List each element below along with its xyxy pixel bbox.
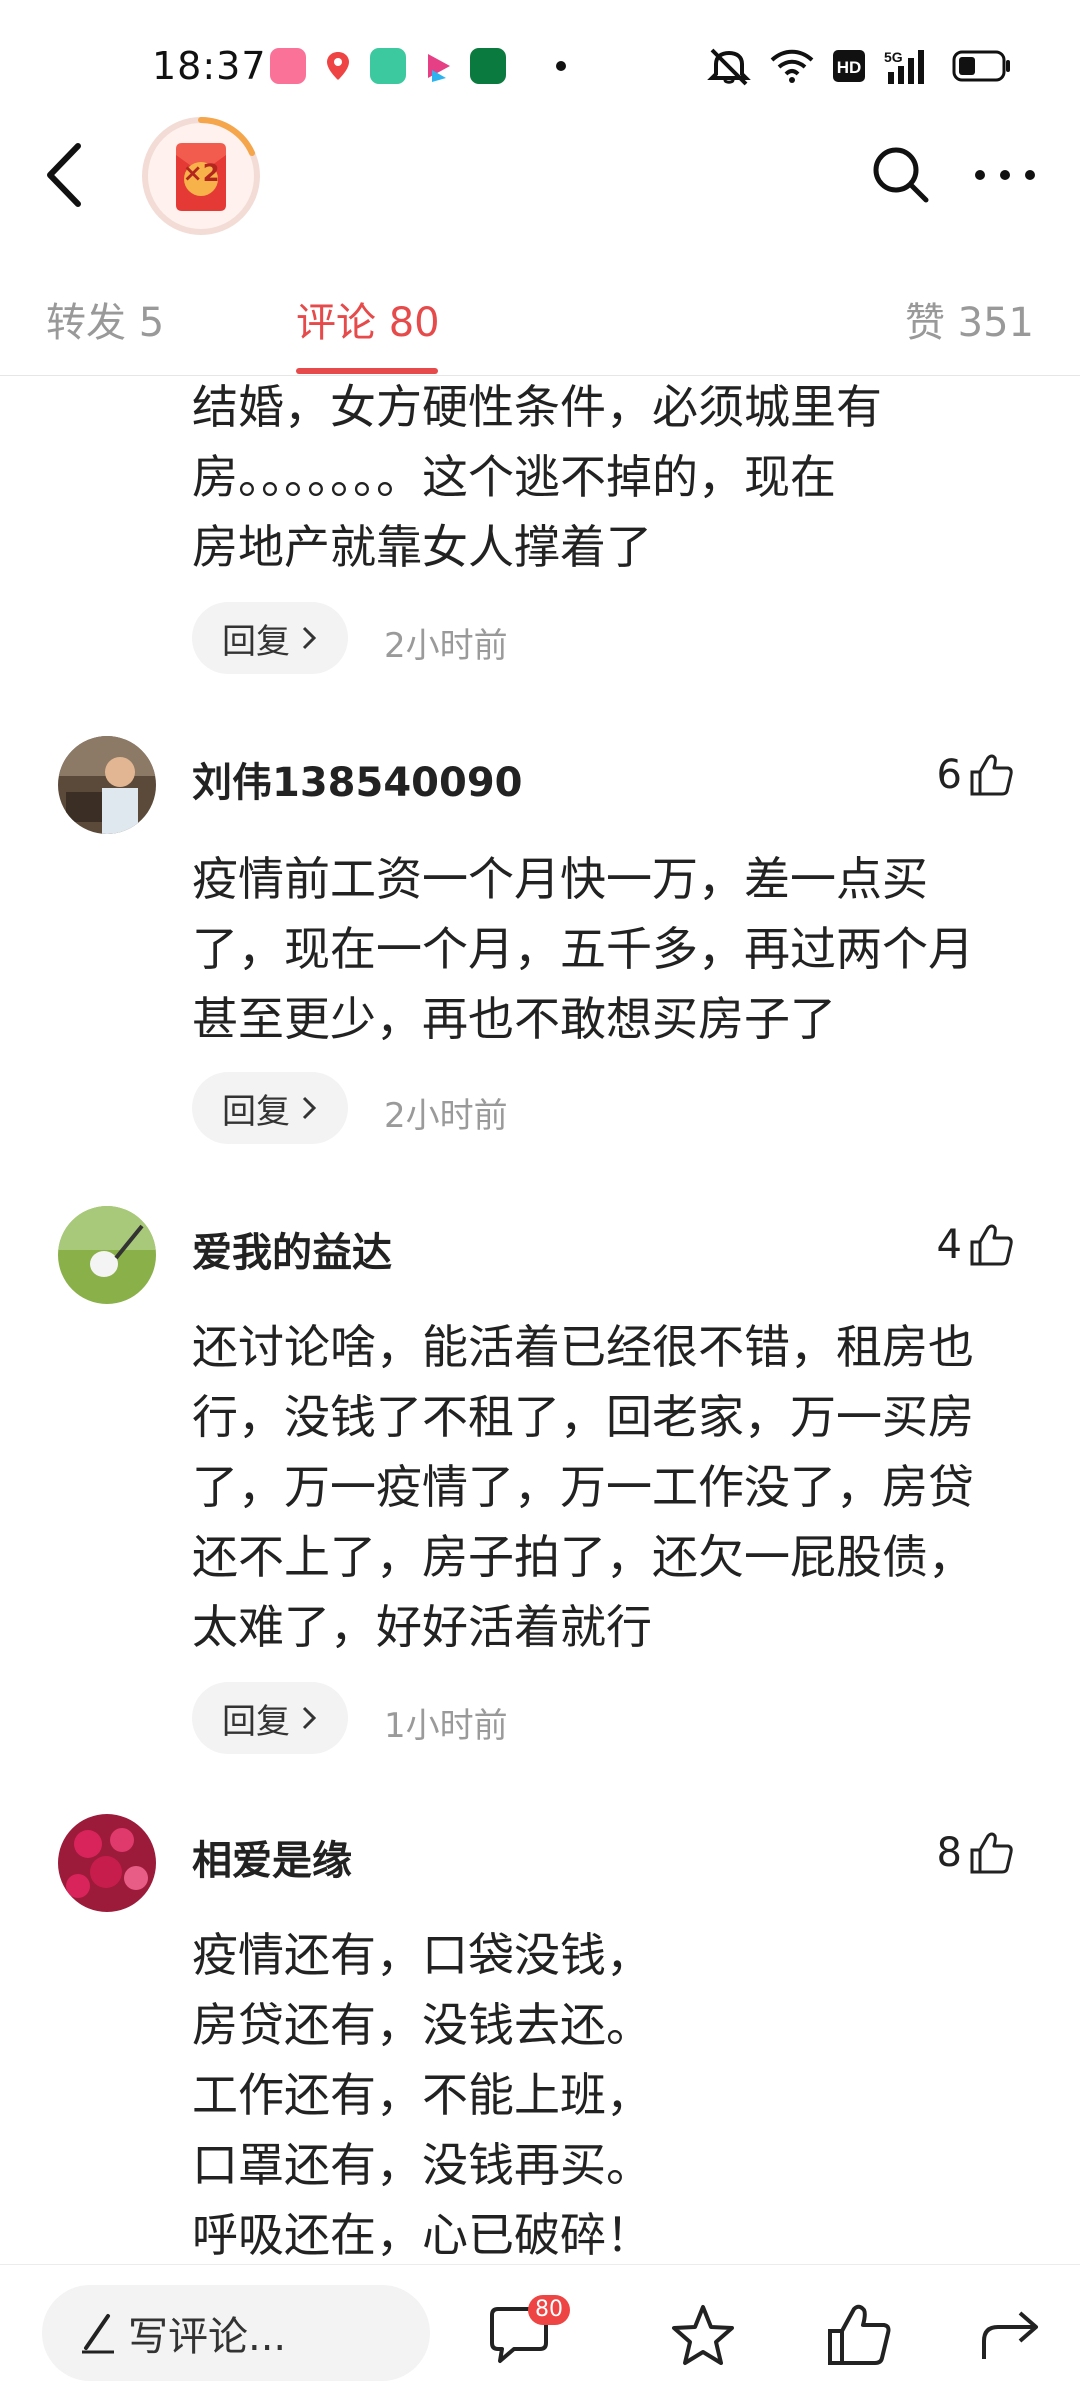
back-icon[interactable] bbox=[40, 140, 90, 210]
thumbs-up-icon[interactable] bbox=[968, 1222, 1014, 1268]
comment-text: 疫情前工资一个月快一万，差一点买 了，现在一个月，五千多，再过两个月 甚至更少，… bbox=[192, 852, 974, 1046]
reply-label: 回复 bbox=[222, 621, 290, 662]
reply-label: 回复 bbox=[222, 1701, 290, 1742]
more-options-icon[interactable] bbox=[970, 150, 1040, 200]
chevron-right-icon bbox=[302, 1096, 317, 1120]
reply-button[interactable]: 回复 bbox=[192, 602, 348, 674]
comment-text: 疫情还有，口袋没钱， 房贷还有，没钱去还。 工作还有，不能上班， 口罩还有，没钱… bbox=[192, 1928, 652, 2262]
status-time: 18:37 bbox=[152, 44, 267, 88]
comment-text: 结婚，女方硬性条件，必须城里有 房。。。。。。。这个逃不掉的，现在 房地产就靠女… bbox=[192, 380, 882, 574]
svg-text:HD: HD bbox=[837, 58, 862, 77]
thumbs-up-icon[interactable] bbox=[824, 2301, 894, 2371]
tab-comments[interactable]: 评论 80 bbox=[296, 290, 440, 348]
chevron-right-icon bbox=[302, 1706, 317, 1730]
comment-time: 2小时前 bbox=[384, 1096, 508, 1136]
avatar[interactable] bbox=[58, 1814, 156, 1912]
map-pin-app-icon bbox=[320, 48, 356, 84]
tab-likes[interactable]: 赞 351 bbox=[905, 290, 1034, 348]
bottom-action-bar: 写评论... 80 bbox=[0, 2264, 1080, 2400]
hd-icon: HD bbox=[833, 50, 865, 82]
like-count: 4 bbox=[936, 1222, 962, 1268]
comment-time: 1小时前 bbox=[384, 1706, 508, 1746]
green-square-app-icon bbox=[370, 48, 406, 84]
wifi-icon bbox=[770, 49, 814, 83]
write-comment-placeholder: 写评论... bbox=[128, 2314, 287, 2360]
battery-icon bbox=[952, 50, 1010, 82]
avatar[interactable] bbox=[58, 736, 156, 834]
pen-icon bbox=[82, 2314, 114, 2354]
oppo-app-icon bbox=[470, 48, 506, 84]
comment-count-badge: 80 bbox=[528, 2295, 570, 2325]
reply-button[interactable]: 回复 bbox=[192, 1072, 348, 1144]
comment-time: 2小时前 bbox=[384, 626, 508, 666]
video-app-icon bbox=[420, 48, 456, 84]
thumbs-up-icon[interactable] bbox=[968, 752, 1014, 798]
share-icon[interactable] bbox=[976, 2301, 1046, 2371]
like-count: 8 bbox=[936, 1830, 962, 1876]
bilibili-icon bbox=[270, 48, 306, 84]
status-indicators: HD 5G bbox=[706, 46, 1012, 86]
comment-text: 还讨论啥，能活着已经很不错，租房也 行，没钱了不租了，回老家，万一买房 了，万一… bbox=[192, 1320, 974, 1654]
username[interactable]: 刘伟138540090 bbox=[192, 750, 523, 808]
notification-dot bbox=[556, 61, 566, 71]
search-icon[interactable] bbox=[868, 142, 932, 206]
reply-button[interactable]: 回复 bbox=[192, 1682, 348, 1754]
chevron-right-icon bbox=[302, 626, 317, 650]
status-app-icons bbox=[270, 48, 566, 84]
thumbs-up-icon[interactable] bbox=[968, 1830, 1014, 1876]
comment-tabs: 转发 5 评论 80 赞 351 bbox=[0, 280, 1080, 376]
5g-signal-icon: 5G bbox=[884, 49, 924, 84]
svg-text:5G: 5G bbox=[884, 49, 903, 65]
write-comment-input[interactable]: 写评论... bbox=[42, 2285, 430, 2381]
tab-repost[interactable]: 转发 5 bbox=[46, 290, 164, 348]
task-badge-label: ×2 bbox=[182, 159, 220, 187]
red-packet-task-badge[interactable]: ×2 bbox=[140, 115, 262, 237]
like-count: 6 bbox=[936, 752, 962, 798]
username[interactable]: 爱我的益达 bbox=[192, 1220, 392, 1278]
mute-icon bbox=[707, 48, 751, 86]
avatar[interactable] bbox=[58, 1206, 156, 1304]
reply-label: 回复 bbox=[222, 1091, 290, 1132]
username[interactable]: 相爱是缘 bbox=[192, 1828, 352, 1886]
star-icon[interactable] bbox=[668, 2301, 738, 2371]
